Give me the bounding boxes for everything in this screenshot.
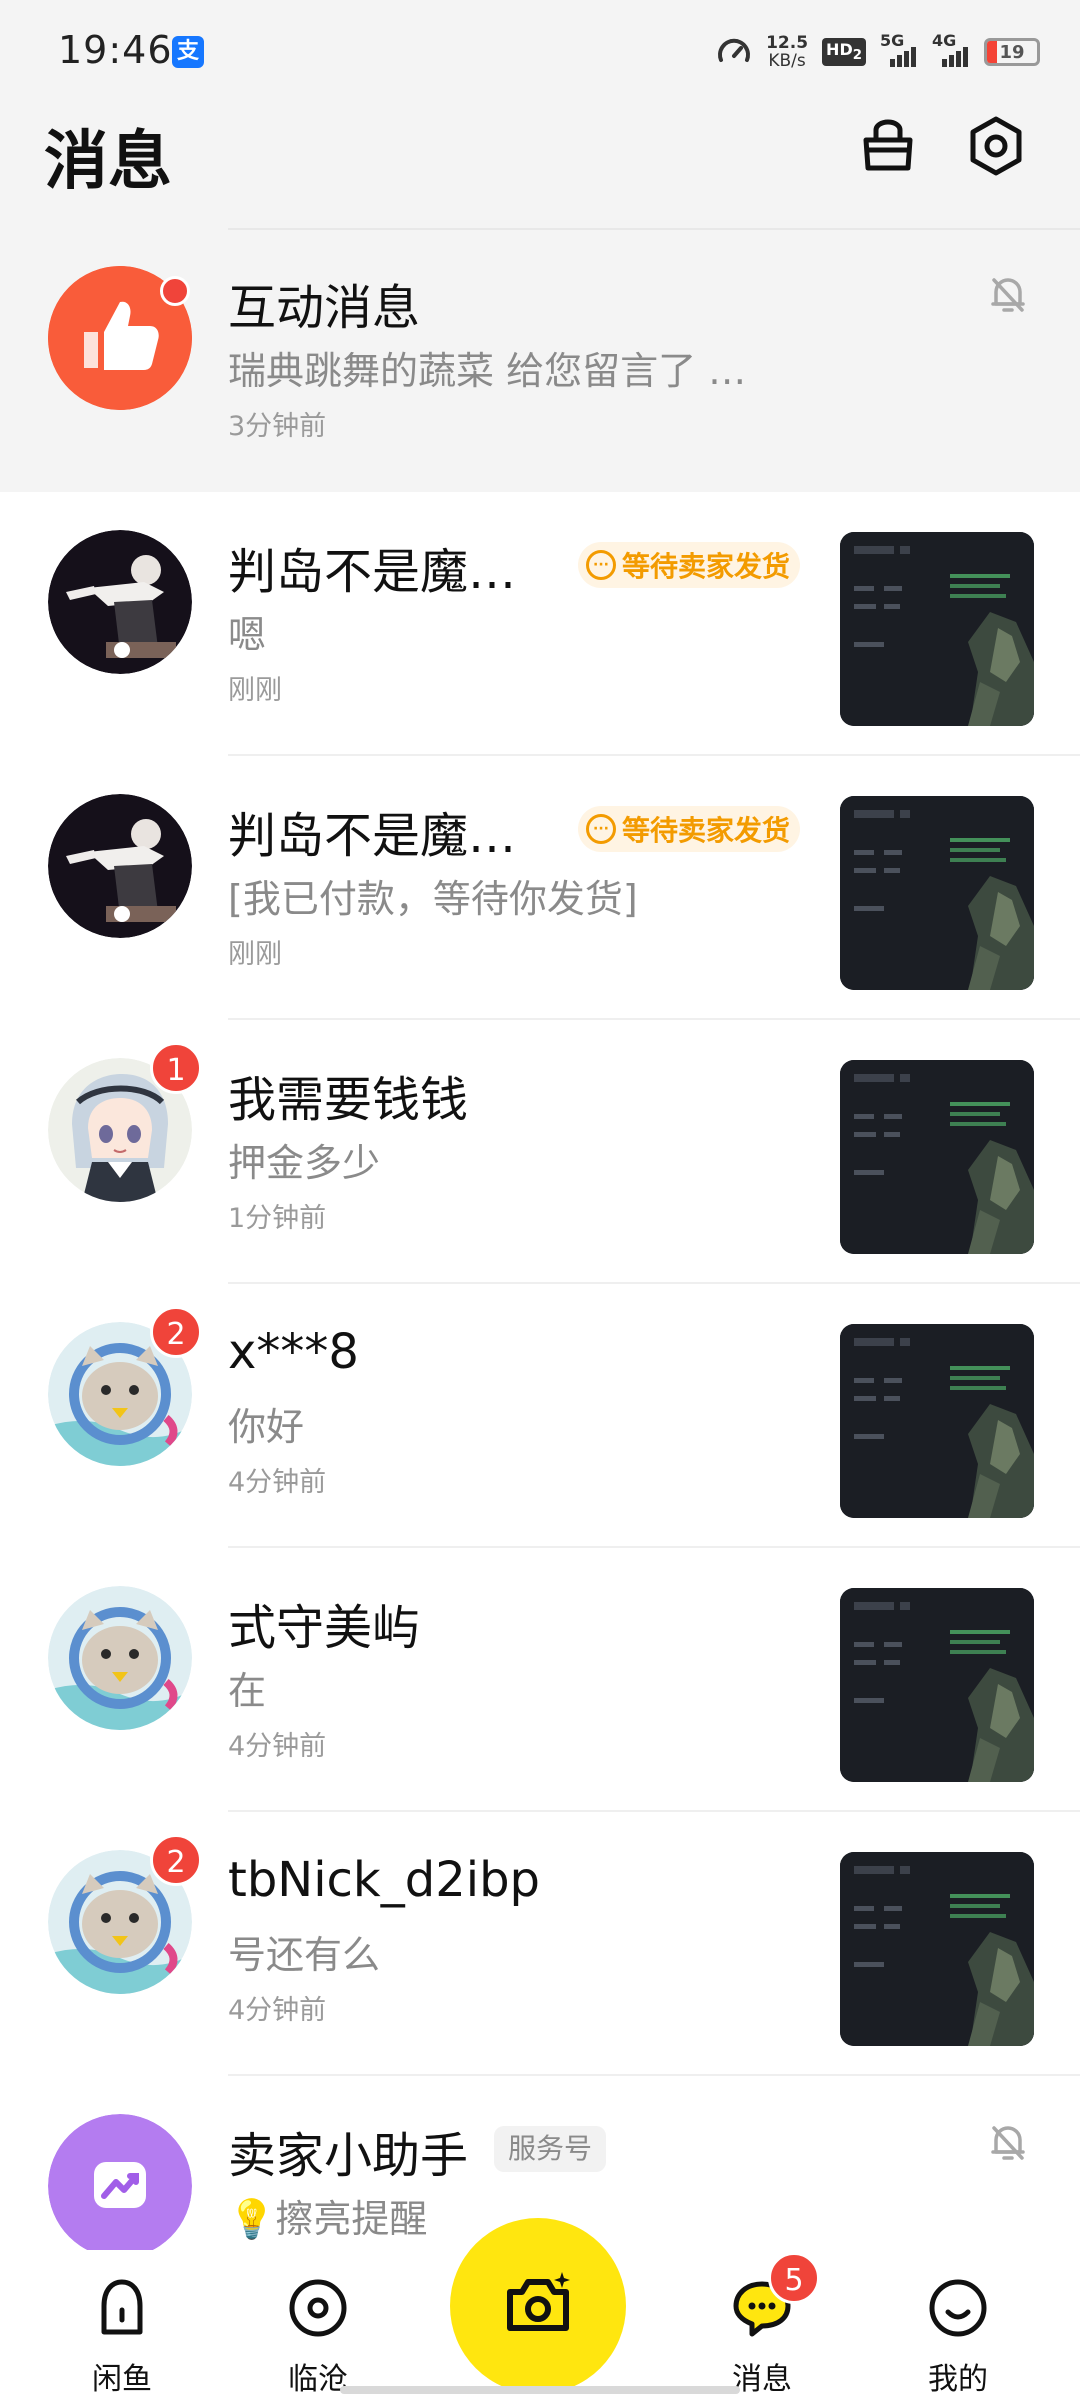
unread-dot [160, 276, 190, 306]
avatar [48, 530, 192, 674]
item-thumbnail [840, 1852, 1034, 2046]
list-item[interactable]: 2 x***8 你好 4分钟前 [0, 1284, 1080, 1548]
nav-label: 闲鱼 [92, 2362, 152, 2397]
conversation-time: 4分钟前 [228, 1995, 327, 2026]
page-title: 消息 [44, 125, 172, 199]
list-item[interactable]: 式守美屿 在 4分钟前 [0, 1548, 1080, 1812]
status-text: 等待卖家发货 [622, 550, 791, 583]
settings-icon[interactable] [964, 114, 1028, 178]
unread-badge: 1 [150, 1042, 202, 1094]
conversation-name: 互动消息 [228, 280, 421, 336]
list-item[interactable]: 1 我需要钱钱 押金多少 1分钟前 [0, 1020, 1080, 1284]
status-indicators: 12.5 KB/s HD2 5G 4G 19 [716, 30, 1040, 74]
signal-4g-icon: 4G [932, 31, 970, 67]
speed-value: 12.5 [766, 33, 809, 53]
nav-item-profile[interactable]: 我的 [888, 2250, 1028, 2400]
bell-muted-icon [991, 278, 1025, 312]
conversation-name: x***8 [228, 1324, 359, 1380]
hd-label: HD [826, 40, 853, 60]
status-badge: ··· 等待卖家发货 [578, 806, 801, 852]
status-bar: 19:46 支 12.5 KB/s HD2 5G 4G 19 [0, 0, 1080, 100]
conversation-time: 4分钟前 [228, 1731, 327, 1762]
unread-badge: 2 [150, 1834, 202, 1886]
conversation-preview: [我已付款，等待你发货] [228, 877, 638, 921]
service-account-tag: 服务号 [494, 2126, 607, 2172]
list-item[interactable]: 2 tbNick_d2ibp 号还有么 4分钟前 [0, 1812, 1080, 2076]
nav-item-messages[interactable]: 5 消息 [692, 2250, 832, 2400]
conversation-preview: 号还有么 [228, 1933, 381, 1977]
avatar [48, 2114, 192, 2250]
home-icon [101, 2279, 143, 2335]
alipay-icon: 支 [172, 36, 204, 68]
conversation-name: 判岛不是魔… [228, 808, 517, 864]
profile-icon [929, 2279, 987, 2337]
list-item[interactable]: 判岛不是魔… ··· 等待卖家发货 [我已付款，等待你发货] 刚刚 [0, 756, 1080, 1020]
camera-icon [507, 2272, 570, 2331]
conversation-preview: 💡擦亮提醒 [228, 2188, 427, 2243]
conversation-preview: 在 [228, 1669, 267, 1713]
lightbulb-icon: 💡 [228, 2197, 276, 2241]
conversation-time: 4分钟前 [228, 1467, 327, 1498]
conversation-name: 判岛不是魔… [228, 544, 517, 600]
item-thumbnail [840, 1324, 1034, 1518]
nav-item-location[interactable]: 临沧 [248, 2250, 388, 2400]
network-speed: 12.5 KB/s [766, 34, 808, 70]
nav-unread-badge: 5 [768, 2252, 820, 2304]
conversation-name: 我需要钱钱 [228, 1072, 469, 1128]
list-item[interactable]: 判岛不是魔… ··· 等待卖家发货 嗯 刚刚 [0, 492, 1080, 756]
conversation-name: tbNick_d2ibp [228, 1852, 540, 1908]
status-time: 19:46 [58, 28, 173, 72]
net1-label: 5G [880, 31, 905, 50]
shop-bag-icon[interactable] [856, 114, 920, 178]
speedometer-icon [718, 38, 751, 62]
pending-icon: ··· [586, 550, 616, 580]
battery-level: 19 [999, 41, 1025, 63]
nav-item-home[interactable]: 闲鱼 [52, 2250, 192, 2400]
conversation-preview: 嗯 [228, 613, 267, 657]
conversation-preview: 瑞典跳舞的蔬菜 给您留言了 … [228, 349, 747, 393]
conversation-time: 1分钟前 [228, 1203, 327, 1234]
publish-camera-button[interactable] [450, 2218, 626, 2394]
conversation-preview: 押金多少 [228, 1141, 381, 1185]
interaction-messages-row[interactable]: 互动消息 瑞典跳舞的蔬菜 给您留言了 … 3分钟前 [0, 228, 1080, 492]
home-indicator [340, 2386, 740, 2394]
net2-label: 4G [932, 31, 957, 50]
battery-icon: 19 [984, 38, 1040, 66]
conversation-time: 刚刚 [228, 939, 282, 970]
location-icon [289, 2279, 347, 2337]
item-thumbnail [840, 532, 1034, 726]
status-text: 等待卖家发货 [622, 814, 791, 847]
pending-icon: ··· [586, 814, 616, 844]
conversation-preview: 你好 [228, 1405, 305, 1449]
nav-label: 我的 [928, 2362, 988, 2397]
unread-badge: 2 [150, 1306, 202, 1358]
avatar [48, 1586, 192, 1730]
item-thumbnail [840, 796, 1034, 990]
status-badge: ··· 等待卖家发货 [578, 542, 801, 588]
conversation-time: 3分钟前 [228, 411, 327, 442]
avatar [48, 794, 192, 938]
conversation-name: 式守美屿 [228, 1600, 421, 1656]
item-thumbnail [840, 1060, 1034, 1254]
page-header: 消息 [0, 100, 1080, 230]
divider [228, 228, 1080, 230]
bell-muted-icon [991, 2126, 1025, 2160]
preview-text: 擦亮提醒 [275, 2197, 428, 2241]
item-thumbnail [840, 1588, 1034, 1782]
conversation-time: 刚刚 [228, 675, 282, 706]
hd-sub: 2 [852, 48, 862, 64]
signal-5g-icon: 5G [880, 31, 918, 67]
hd-voice-badge: HD2 [822, 38, 866, 66]
speed-unit: KB/s [768, 51, 806, 71]
conversation-name: 卖家小助手 [228, 2128, 469, 2184]
